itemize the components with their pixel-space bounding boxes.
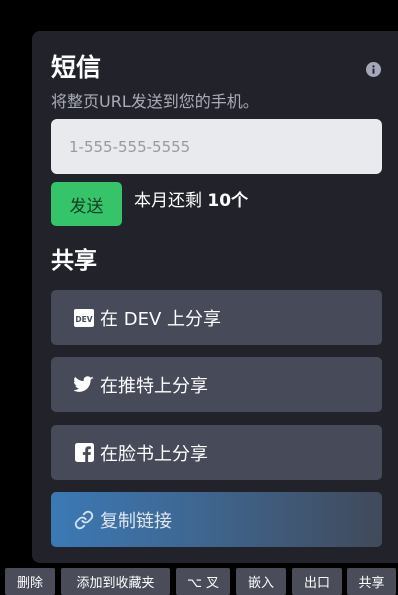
svg-text:DEV: DEV: [75, 314, 92, 323]
share-on-dev-label: 在 DEV 上分享: [100, 308, 221, 330]
quota-count: 10个: [207, 191, 249, 211]
fork-button[interactable]: ⌥ 叉: [176, 568, 230, 595]
sms-title: 短信: [51, 53, 102, 82]
info-icon[interactable]: [366, 62, 381, 77]
copy-link-button[interactable]: 复制链接: [51, 492, 382, 547]
sms-description: 将整页URL发送到您的手机。: [51, 92, 259, 111]
twitter-icon: [74, 375, 94, 395]
send-button[interactable]: 发送: [51, 182, 122, 226]
share-panel: 短信 将整页URL发送到您的手机。 发送 本月还剩 10个 共享 DEV 在 D…: [32, 31, 398, 563]
add-to-favorites-button[interactable]: 添加到收藏夹: [61, 568, 170, 595]
share-on-dev-button[interactable]: DEV 在 DEV 上分享: [51, 290, 382, 345]
quota-prefix: 本月还剩: [134, 191, 208, 211]
sms-quota-text: 本月还剩 10个: [134, 190, 248, 212]
export-button[interactable]: 出口: [292, 568, 342, 595]
embed-button[interactable]: 嵌入: [236, 568, 286, 595]
link-icon: [74, 510, 94, 530]
share-on-twitter-label: 在推特上分享: [100, 375, 208, 397]
dev-icon: DEV: [74, 308, 94, 328]
delete-button[interactable]: 删除: [5, 568, 55, 595]
bottom-toolbar: 删除 添加到收藏夹 ⌥ 叉 嵌入 出口 共享: [0, 563, 398, 595]
share-on-facebook-button[interactable]: 在脸书上分享: [51, 425, 382, 480]
share-on-facebook-label: 在脸书上分享: [100, 443, 208, 465]
share-on-twitter-button[interactable]: 在推特上分享: [51, 357, 382, 412]
share-button[interactable]: 共享: [347, 568, 396, 595]
share-title: 共享: [51, 248, 97, 274]
phone-number-input[interactable]: [51, 119, 382, 174]
facebook-icon: [74, 443, 94, 463]
copy-link-label: 复制链接: [100, 510, 172, 532]
